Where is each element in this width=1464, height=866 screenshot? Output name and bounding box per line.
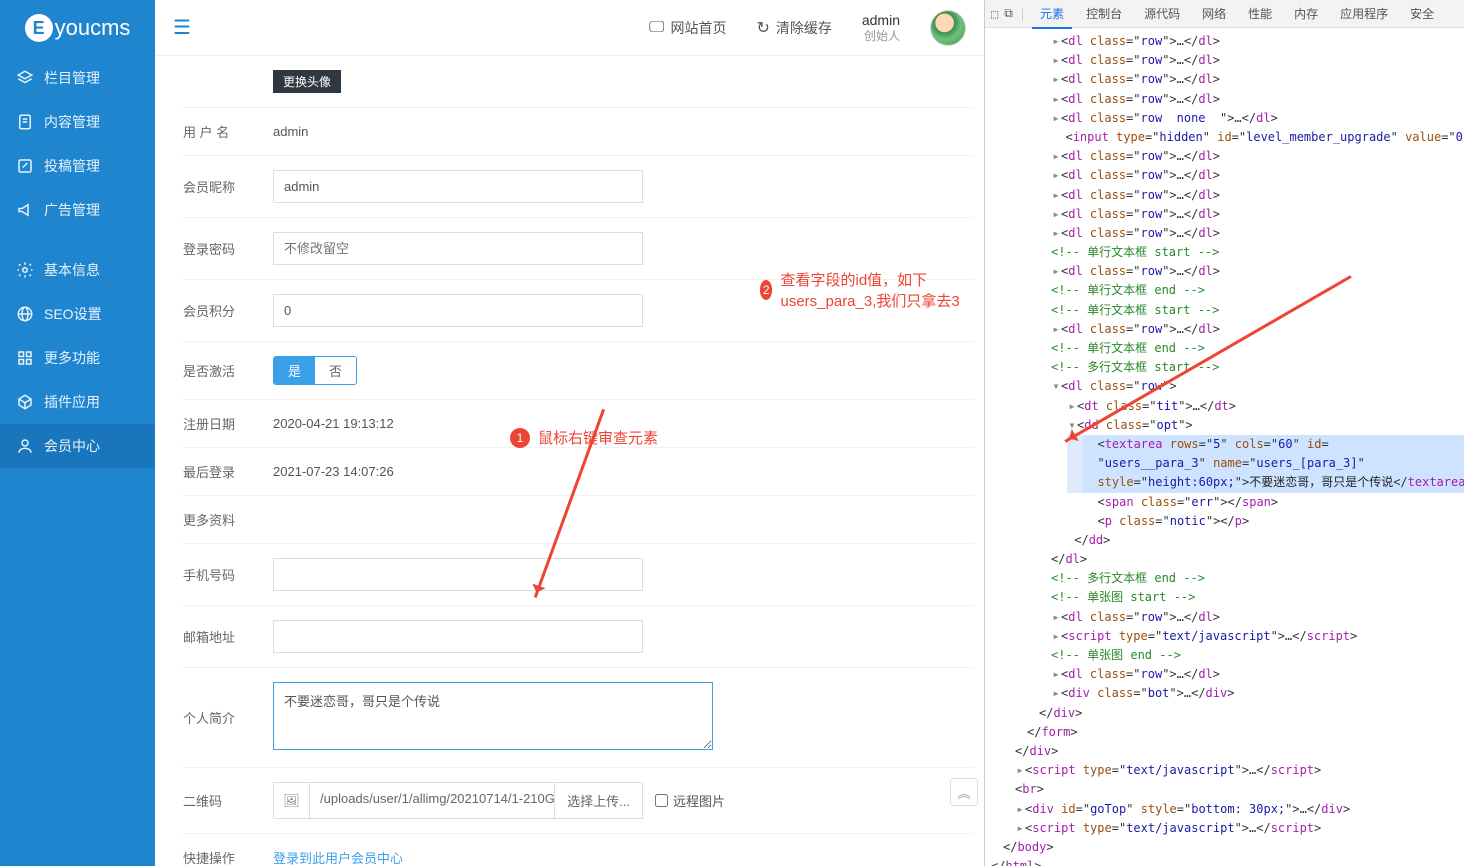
active-no-button[interactable]: 否 <box>315 357 356 384</box>
site-home-link[interactable]: 🖵网站首页 <box>649 18 726 38</box>
nav-ads[interactable]: 广告管理 <box>0 188 155 232</box>
tab-console[interactable]: 控制台 <box>1078 0 1130 27</box>
user-icon <box>16 437 34 455</box>
cube-icon <box>16 393 34 411</box>
globe-icon <box>16 305 34 323</box>
megaphone-icon <box>16 201 34 219</box>
regdate-label: 注册日期 <box>183 414 273 433</box>
monitor-icon: 🖵 <box>649 19 664 37</box>
file-icon <box>16 113 34 131</box>
nav-plugins[interactable]: 插件应用 <box>0 380 155 424</box>
nav-content[interactable]: 内容管理 <box>0 100 155 144</box>
qrcode-path: /uploads/user/1/allimg/20210714/1-210G <box>310 783 554 818</box>
user-name: admin <box>862 11 900 29</box>
upload-button[interactable]: 选择上传... <box>554 783 642 818</box>
image-icon: 🖼 <box>274 783 310 818</box>
mobile-input[interactable] <box>273 558 643 591</box>
nav-member-center[interactable]: 会员中心 <box>0 424 155 468</box>
content-area: 更换头像 用 户 名admin 会员昵称 登录密码 会员积分 是否激活是否 注册… <box>155 56 984 866</box>
nickname-label: 会员昵称 <box>183 177 273 196</box>
brand-logo: Eyoucms <box>0 0 155 56</box>
tab-security[interactable]: 安全 <box>1402 0 1442 27</box>
inspect-icon[interactable]: ⬚ <box>991 7 998 21</box>
regdate-value: 2020-04-21 19:13:12 <box>273 416 394 431</box>
user-info[interactable]: admin 创始人 <box>862 11 900 45</box>
refresh-icon: ↻ <box>756 18 769 38</box>
tab-application[interactable]: 应用程序 <box>1332 0 1396 27</box>
scroll-top-button[interactable]: ︽ <box>950 778 978 806</box>
nav-columns[interactable]: 栏目管理 <box>0 56 155 100</box>
remote-image-checkbox[interactable]: 远程图片 <box>655 791 725 810</box>
tab-sources[interactable]: 源代码 <box>1136 0 1188 27</box>
annotation-2: 2查看字段的id值，如下users_para_3,我们只拿去3 <box>760 269 984 311</box>
layers-icon <box>16 69 34 87</box>
bio-label: 个人简介 <box>183 708 273 727</box>
devtools-elements-tree[interactable]: ▸<dl class="row">…</dl> ▸<dl class="row"… <box>985 28 1464 866</box>
lastlogin-value: 2021-07-23 14:07:26 <box>273 464 394 479</box>
mobile-label: 手机号码 <box>183 565 273 584</box>
nav-basic-info[interactable]: 基本信息 <box>0 248 155 292</box>
device-icon[interactable]: ⧉ <box>1004 6 1013 21</box>
gear-icon <box>16 261 34 279</box>
nickname-input[interactable] <box>273 170 643 203</box>
more-info-label: 更多资料 <box>183 510 273 529</box>
annotation-1: 1鼠标右键审查元素 <box>510 427 658 448</box>
change-avatar-button[interactable]: 更换头像 <box>273 70 341 93</box>
edit-icon <box>16 157 34 175</box>
tab-memory[interactable]: 内存 <box>1286 0 1326 27</box>
nav-contribute[interactable]: 投稿管理 <box>0 144 155 188</box>
tab-performance[interactable]: 性能 <box>1240 0 1280 27</box>
bio-textarea[interactable] <box>273 682 713 750</box>
login-as-user-link[interactable]: 登录到此用户会员中心 <box>273 851 403 866</box>
password-input[interactable] <box>273 232 643 265</box>
grid-icon <box>16 349 34 367</box>
nav-more[interactable]: 更多功能 <box>0 336 155 380</box>
password-label: 登录密码 <box>183 239 273 258</box>
devtools-tabs: ⬚ ⧉ | 元素 控制台 源代码 网络 性能 内存 应用程序 安全 <box>985 0 1464 28</box>
user-role: 创始人 <box>864 29 900 45</box>
tab-elements[interactable]: 元素 <box>1032 0 1072 29</box>
devtools-panel: ⬚ ⧉ | 元素 控制台 源代码 网络 性能 内存 应用程序 安全 ▸<dl c… <box>984 0 1464 866</box>
lastlogin-label: 最后登录 <box>183 462 273 481</box>
selected-element[interactable]: <textarea rows="5" cols="60" id= "users_… <box>1083 435 1464 493</box>
nav-seo[interactable]: SEO设置 <box>0 292 155 336</box>
active-label: 是否激活 <box>183 361 273 380</box>
active-yes-button[interactable]: 是 <box>274 357 315 384</box>
logo-icon: E <box>25 14 53 42</box>
clear-cache-link[interactable]: ↻清除缓存 <box>756 18 831 38</box>
tab-network[interactable]: 网络 <box>1194 0 1234 27</box>
qrcode-path-box: 🖼 /uploads/user/1/allimg/20210714/1-210G… <box>273 782 643 819</box>
topbar: ☰ 🖵网站首页 ↻清除缓存 admin 创始人 <box>155 0 984 56</box>
quick-label: 快捷操作 <box>183 848 273 866</box>
points-label: 会员积分 <box>183 301 273 320</box>
active-toggle[interactable]: 是否 <box>273 356 357 385</box>
avatar[interactable] <box>930 10 966 46</box>
sidebar: Eyoucms 栏目管理 内容管理 投稿管理 广告管理 基本信息 SEO设置 更… <box>0 0 155 866</box>
hamburger-icon[interactable]: ☰ <box>173 15 191 40</box>
qrcode-label: 二维码 <box>183 791 273 810</box>
username-label: 用 户 名 <box>183 122 273 141</box>
email-label: 邮箱地址 <box>183 627 273 646</box>
points-input[interactable] <box>273 294 643 327</box>
username-value: admin <box>273 124 308 139</box>
email-input[interactable] <box>273 620 643 653</box>
